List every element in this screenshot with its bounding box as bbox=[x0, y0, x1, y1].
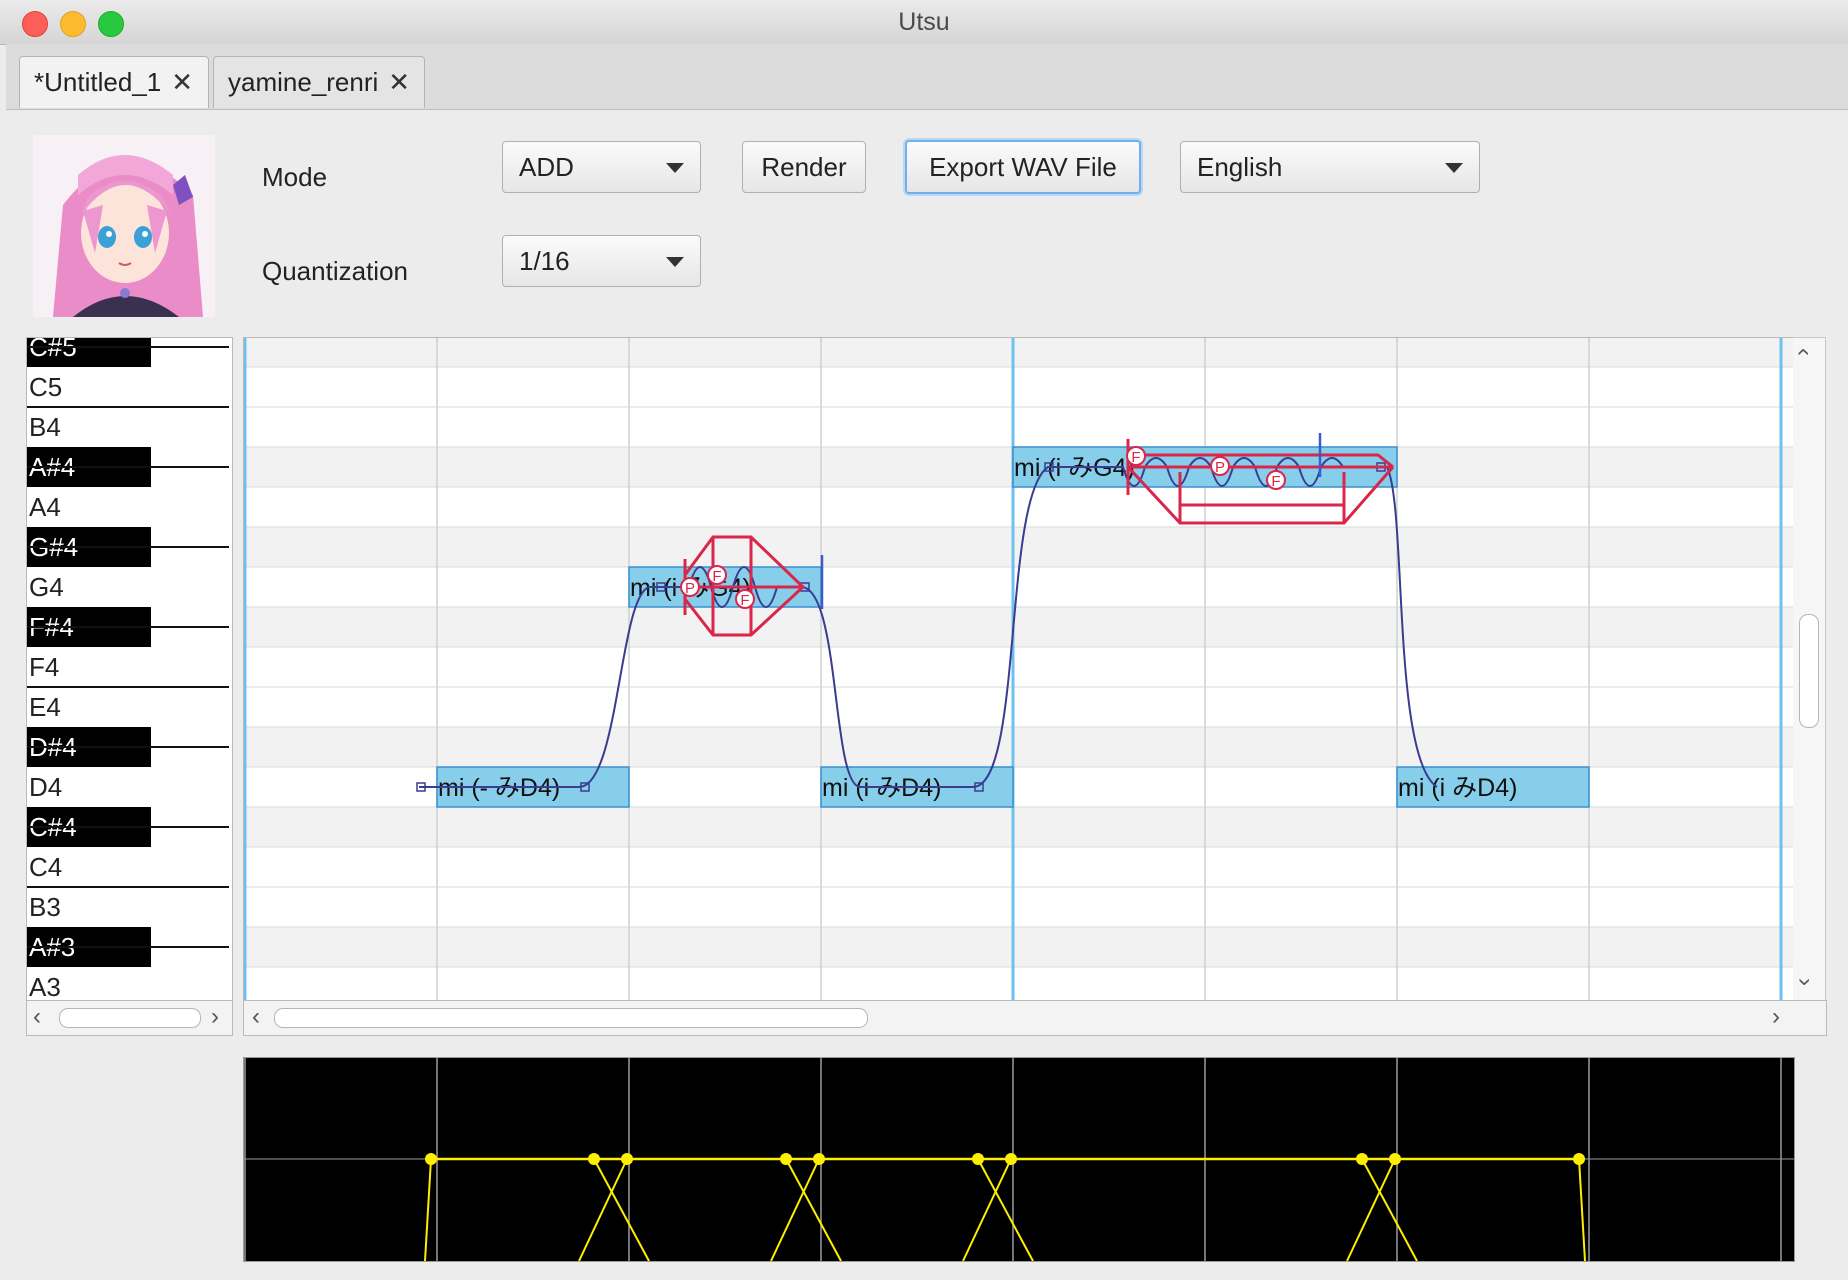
language-select[interactable]: English bbox=[1180, 141, 1480, 193]
piano-key-e4[interactable]: E4 bbox=[27, 687, 227, 727]
vibrato-period-marker[interactable]: P bbox=[680, 577, 700, 597]
mode-select[interactable]: ADD bbox=[502, 141, 701, 193]
grid-row bbox=[244, 887, 1794, 927]
grid-row bbox=[244, 687, 1794, 727]
tab-yamine-renri[interactable]: yamine_renri ✕ bbox=[213, 56, 425, 108]
grid-row bbox=[244, 527, 1794, 567]
language-select-value: English bbox=[1197, 151, 1283, 182]
key-divider bbox=[27, 686, 229, 688]
piano-key-a4[interactable]: A4 bbox=[27, 487, 227, 527]
voicebank-avatar[interactable] bbox=[33, 135, 215, 317]
piano-key-g4[interactable]: G4 bbox=[27, 567, 227, 607]
piano-key-csharp5[interactable]: C#5 bbox=[27, 338, 151, 367]
envelope-point[interactable] bbox=[780, 1153, 792, 1165]
envelope-point[interactable] bbox=[425, 1153, 437, 1165]
grid-row bbox=[244, 727, 1794, 767]
grid-row bbox=[244, 847, 1794, 887]
piano-key-a3[interactable]: A3 bbox=[27, 967, 227, 1001]
grid-row bbox=[244, 338, 1794, 367]
render-button[interactable]: Render bbox=[742, 141, 866, 193]
marker-letter: F bbox=[1271, 473, 1280, 490]
scroll-thumb[interactable] bbox=[1799, 614, 1819, 728]
chevron-down-icon bbox=[666, 257, 684, 267]
marker-letter: P bbox=[685, 580, 695, 597]
marker-letter: P bbox=[1215, 459, 1225, 476]
grid-row bbox=[244, 367, 1794, 407]
grid-row bbox=[244, 807, 1794, 847]
envelope-point[interactable] bbox=[972, 1153, 984, 1165]
scroll-down-icon[interactable]: › bbox=[1791, 978, 1819, 986]
envelope-point[interactable] bbox=[588, 1153, 600, 1165]
chevron-down-icon bbox=[666, 163, 684, 173]
envelope-point[interactable] bbox=[813, 1153, 825, 1165]
piano-key-c5[interactable]: C5 bbox=[27, 367, 227, 407]
mode-label: Mode bbox=[262, 162, 328, 192]
tab-close-icon[interactable]: ✕ bbox=[171, 67, 193, 98]
scroll-thumb[interactable] bbox=[59, 1008, 201, 1028]
piano-key-b3[interactable]: B3 bbox=[27, 887, 227, 927]
editor-horizontal-scrollbar[interactable]: ‹ › bbox=[243, 1000, 1827, 1036]
envelope-point[interactable] bbox=[1573, 1153, 1585, 1165]
piano-key-b4[interactable]: B4 bbox=[27, 407, 227, 447]
scroll-left-icon[interactable]: ‹ bbox=[33, 1003, 41, 1031]
export-wav-button[interactable]: Export WAV File bbox=[905, 140, 1141, 194]
scroll-right-icon[interactable]: › bbox=[1772, 1003, 1780, 1031]
editor-vertical-scrollbar[interactable]: ‹ › bbox=[1790, 337, 1826, 1002]
key-divider bbox=[27, 946, 229, 948]
envelope-point[interactable] bbox=[1005, 1153, 1017, 1165]
tab-label: yamine_renri bbox=[228, 67, 379, 97]
scroll-up-icon[interactable]: ‹ bbox=[1790, 348, 1818, 356]
piano-key-c4[interactable]: C4 bbox=[27, 847, 227, 887]
vibrato-period-marker[interactable]: P bbox=[1210, 456, 1230, 476]
key-divider bbox=[27, 746, 229, 748]
envelope-point[interactable] bbox=[621, 1153, 633, 1165]
marker-letter: F bbox=[712, 568, 721, 585]
piano-roll-canvas[interactable]: mi (- みD4)mi (i みG4)mi (i みD4)mi (i みG4)… bbox=[244, 338, 1794, 1001]
vibrato-fade-marker[interactable]: F bbox=[1266, 470, 1286, 490]
window-title: Utsu bbox=[898, 8, 950, 36]
tab-untitled-1[interactable]: *Untitled_1 ✕ bbox=[19, 56, 209, 108]
key-divider bbox=[27, 546, 229, 548]
envelope-canvas[interactable] bbox=[244, 1058, 1794, 1262]
grid-row bbox=[244, 927, 1794, 967]
grid-row bbox=[244, 967, 1794, 1001]
marker-letter: F bbox=[1131, 449, 1140, 466]
envelope-point[interactable] bbox=[1356, 1153, 1368, 1165]
quantization-select-value: 1/16 bbox=[519, 245, 570, 276]
vibrato-fade-marker[interactable]: F bbox=[707, 565, 727, 585]
key-divider bbox=[27, 346, 229, 348]
key-divider bbox=[27, 626, 229, 628]
envelope-fade-in bbox=[424, 1158, 432, 1262]
quantization-label: Quantization bbox=[262, 256, 408, 286]
marker-letter: F bbox=[740, 592, 749, 609]
chevron-down-icon bbox=[1445, 163, 1463, 173]
key-divider bbox=[27, 826, 229, 828]
scroll-right-icon[interactable]: › bbox=[211, 1003, 219, 1031]
piano-horizontal-scrollbar[interactable]: ‹ › bbox=[26, 1000, 233, 1036]
grid-row bbox=[244, 407, 1794, 447]
tab-label: *Untitled_1 bbox=[34, 67, 162, 97]
piano-keyboard[interactable]: C#5 C5 B4 A#4 A4 G#4 G4 F#4 F4 E4 D#4 D4 C#4 C4 B3 A#3 A… bbox=[26, 337, 233, 1002]
key-divider bbox=[27, 886, 229, 888]
piano-key-f4[interactable]: F4 bbox=[27, 647, 227, 687]
mode-select-value: ADD bbox=[519, 151, 574, 182]
grid-row bbox=[244, 607, 1794, 647]
scroll-left-icon[interactable]: ‹ bbox=[252, 1003, 260, 1031]
envelope-fade-out bbox=[1578, 1158, 1586, 1262]
key-divider bbox=[27, 406, 229, 408]
piano-key-d4[interactable]: D4 bbox=[27, 767, 227, 807]
vibrato-fade-marker[interactable]: F bbox=[735, 589, 755, 609]
vibrato-fade-marker[interactable]: F bbox=[1126, 446, 1146, 466]
grid-row bbox=[244, 487, 1794, 527]
character-portrait bbox=[33, 135, 215, 317]
quantization-select[interactable]: 1/16 bbox=[502, 235, 701, 287]
piano-roll-editor[interactable]: mi (- みD4)mi (i みG4)mi (i みD4)mi (i みG4)… bbox=[243, 337, 1795, 1002]
envelope-point[interactable] bbox=[1389, 1153, 1401, 1165]
note-lyric: mi (i みD4) bbox=[1398, 774, 1517, 802]
grid-row bbox=[244, 647, 1794, 687]
envelope-editor[interactable] bbox=[243, 1057, 1795, 1262]
key-divider bbox=[27, 466, 229, 468]
scroll-thumb[interactable] bbox=[274, 1008, 868, 1028]
tab-close-icon[interactable]: ✕ bbox=[388, 67, 410, 98]
